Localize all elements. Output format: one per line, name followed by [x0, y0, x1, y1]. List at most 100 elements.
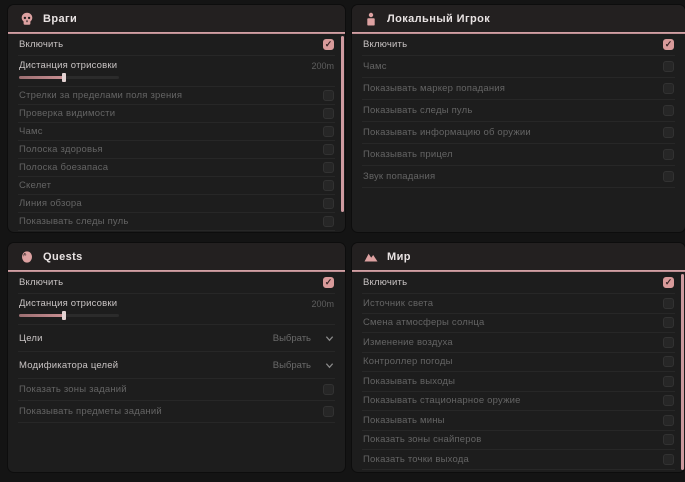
person-icon: [364, 12, 378, 26]
setting-row-checkbox: Проверка видимости: [18, 105, 335, 123]
setting-row-checkbox: Показать точки выхода: [362, 450, 675, 470]
chevron-down-icon: [325, 334, 334, 343]
setting-label: Звук попадания: [363, 171, 435, 182]
checkbox[interactable]: [663, 415, 674, 426]
setting-label: Показывать мины: [363, 415, 445, 426]
panel-title: Локальный Игрок: [387, 13, 490, 25]
setting-label: Показывать информацию об оружии: [363, 127, 531, 138]
setting-row-checkbox: Включить ✓: [362, 272, 675, 294]
checkbox[interactable]: [323, 216, 334, 227]
slider-fill: [19, 76, 64, 79]
setting-label: Показывать выходы: [363, 376, 455, 387]
setting-row-checkbox: Показывать предметы заданий: [18, 401, 335, 423]
setting-row-checkbox: Показывать прицел: [362, 144, 675, 166]
slider[interactable]: [19, 76, 119, 79]
checkbox[interactable]: ✓: [323, 277, 334, 288]
setting-label: Дистанция отрисовки: [19, 60, 117, 71]
checkbox[interactable]: [323, 406, 334, 417]
setting-row-checkbox: Показать зоны заданий: [18, 379, 335, 401]
setting-row-checkbox: Показывать стационарное оружие: [362, 392, 675, 412]
checkbox[interactable]: ✓: [323, 39, 334, 50]
chevron-down-icon: [325, 361, 334, 370]
scrollbar[interactable]: [341, 36, 344, 212]
checkbox[interactable]: [323, 162, 334, 173]
setting-label: Полоска боезапаса: [19, 162, 108, 173]
setting-row-checkbox: Чамс: [18, 123, 335, 141]
checkbox[interactable]: [663, 105, 674, 116]
setting-label: Смена атмосферы солнца: [363, 317, 485, 328]
checkbox[interactable]: [663, 83, 674, 94]
checkbox[interactable]: [663, 376, 674, 387]
slider-handle[interactable]: [62, 311, 66, 320]
setting-row-slider: Дистанция отрисовки 200m: [18, 294, 335, 325]
panel-header: Мир: [352, 243, 685, 270]
scrollbar[interactable]: [681, 274, 684, 470]
slider-fill: [19, 314, 64, 317]
setting-row-checkbox: Включить ✓: [18, 272, 335, 294]
setting-row-checkbox: Звук попадания: [362, 166, 675, 188]
setting-row-checkbox: Показывать мины: [362, 411, 675, 431]
checkbox[interactable]: [323, 198, 334, 209]
checkbox[interactable]: [663, 127, 674, 138]
setting-row-dropdown: Модификатора целей Выбрать: [18, 352, 335, 379]
panel-header: Враги: [8, 5, 345, 32]
setting-label: Включить: [363, 277, 407, 288]
slider-value: 200m: [311, 299, 334, 309]
setting-label: Показывать следы пуль: [363, 105, 473, 116]
setting-label: Показывать следы пуль: [19, 216, 129, 227]
setting-row-checkbox: Контроллер погоды: [362, 353, 675, 373]
setting-label: Чамс: [363, 61, 387, 72]
setting-row-checkbox: Смена атмосферы солнца: [362, 314, 675, 334]
setting-row-checkbox: Показывать выходы: [362, 372, 675, 392]
setting-row-checkbox: Изменение воздуха: [362, 333, 675, 353]
checkbox[interactable]: [663, 454, 674, 465]
checkbox[interactable]: [323, 180, 334, 191]
slider-handle[interactable]: [62, 73, 66, 82]
dropdown[interactable]: Выбрать: [273, 333, 334, 344]
setting-label: Скелет: [19, 180, 51, 191]
checkbox[interactable]: [323, 108, 334, 119]
setting-label: Проверка видимости: [19, 108, 115, 119]
setting-label: Показывать маркер попадания: [363, 83, 505, 94]
checkbox[interactable]: [323, 384, 334, 395]
checkbox[interactable]: [663, 356, 674, 367]
slider-value: 200m: [311, 61, 334, 71]
checkbox[interactable]: [323, 144, 334, 155]
setting-label: Включить: [19, 39, 63, 50]
setting-row-checkbox: Полоска боезапаса: [18, 159, 335, 177]
setting-label: Цели: [19, 333, 43, 344]
setting-label: Включить: [19, 277, 63, 288]
checkbox[interactable]: [663, 61, 674, 72]
setting-label: Стрелки за пределами поля зрения: [19, 90, 182, 101]
setting-row-slider: Дистанция отрисовки 200m: [18, 56, 335, 87]
setting-label: Показать зоны заданий: [19, 384, 127, 395]
setting-label: Включить: [363, 39, 407, 50]
setting-row-checkbox: Показывать информацию об оружии: [362, 122, 675, 144]
setting-label: Источник света: [363, 298, 433, 309]
checkbox[interactable]: [663, 149, 674, 160]
checkbox[interactable]: [663, 298, 674, 309]
checkbox[interactable]: [663, 337, 674, 348]
setting-label: Модификатора целей: [19, 360, 118, 371]
checkbox[interactable]: [663, 395, 674, 406]
checkbox[interactable]: ✓: [663, 277, 674, 288]
checkbox[interactable]: [323, 126, 334, 137]
setting-row-checkbox: Показывать следы пуль: [18, 213, 335, 231]
checkbox[interactable]: ✓: [663, 39, 674, 50]
panel-title: Quests: [43, 251, 83, 263]
dropdown[interactable]: Выбрать: [273, 360, 334, 371]
checkbox[interactable]: [663, 434, 674, 445]
mountain-icon: [364, 250, 378, 264]
setting-label: Контроллер погоды: [363, 356, 453, 367]
checkbox[interactable]: [663, 317, 674, 328]
panel-local-player: Локальный Игрок Включить ✓ Чамс Показыва…: [352, 5, 685, 232]
checkbox[interactable]: [663, 171, 674, 182]
slider[interactable]: [19, 314, 119, 317]
settings-page: Враги Включить ✓ Дистанция отрисовки 200…: [0, 0, 685, 482]
setting-label: Изменение воздуха: [363, 337, 453, 348]
setting-row-checkbox: Показывать маркер попадания: [362, 78, 675, 100]
checkbox[interactable]: [323, 90, 334, 101]
setting-row-checkbox: Чамс: [362, 56, 675, 78]
setting-label: Показывать прицел: [363, 149, 453, 160]
setting-label: Показывать стационарное оружие: [363, 395, 521, 406]
